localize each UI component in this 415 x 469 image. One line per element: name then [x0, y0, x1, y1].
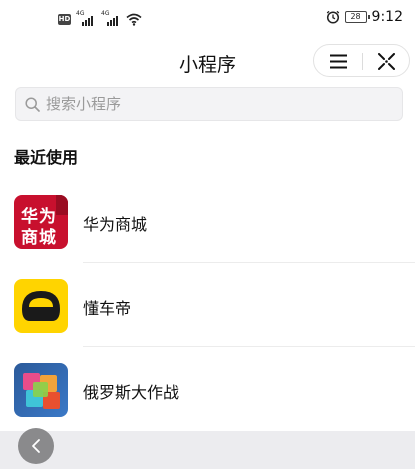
app-name: 华为商城 [83, 215, 148, 234]
chevron-left-icon [32, 439, 40, 453]
huawei-mall-icon: 华为 商城 [14, 195, 68, 249]
puzzle-game-icon [14, 363, 68, 417]
search-icon [25, 97, 40, 112]
signal-icon: 4G [101, 10, 121, 26]
status-right: 28 9:12 [326, 9, 403, 25]
bottom-bar [0, 431, 415, 469]
list-item-dongchedi[interactable]: 懂车帝 [0, 263, 415, 347]
app-name: 俄罗斯大作战 [83, 383, 180, 402]
icon-fold [56, 195, 68, 215]
hd-icon: HD [58, 13, 71, 25]
dongchedi-icon [14, 279, 68, 333]
signal-icon: 4G [76, 10, 96, 26]
capsule-menu [313, 44, 410, 77]
wifi-icon [126, 13, 142, 26]
search-input[interactable] [46, 88, 386, 120]
menu-button[interactable] [314, 45, 362, 78]
battery-icon: 28 [344, 11, 370, 23]
alarm-icon [326, 10, 339, 24]
status-bar: HD 4G 4G 28 9:12 [0, 0, 415, 40]
section-title: 最近使用 [14, 148, 79, 167]
close-button[interactable] [363, 45, 411, 78]
icon-text: 商城 [21, 228, 57, 248]
menu-icon [330, 54, 347, 69]
list-item-puzzle-game[interactable]: 俄罗斯大作战 [0, 347, 415, 431]
clock: 9:12 [371, 9, 403, 25]
back-button[interactable] [18, 428, 54, 464]
search-box[interactable] [15, 87, 403, 121]
app-name: 懂车帝 [83, 299, 132, 318]
list-item-huawei-mall[interactable]: 华为 商城 华为商城 [0, 179, 415, 263]
close-icon [378, 53, 395, 70]
status-left: HD 4G 4G [58, 10, 142, 26]
